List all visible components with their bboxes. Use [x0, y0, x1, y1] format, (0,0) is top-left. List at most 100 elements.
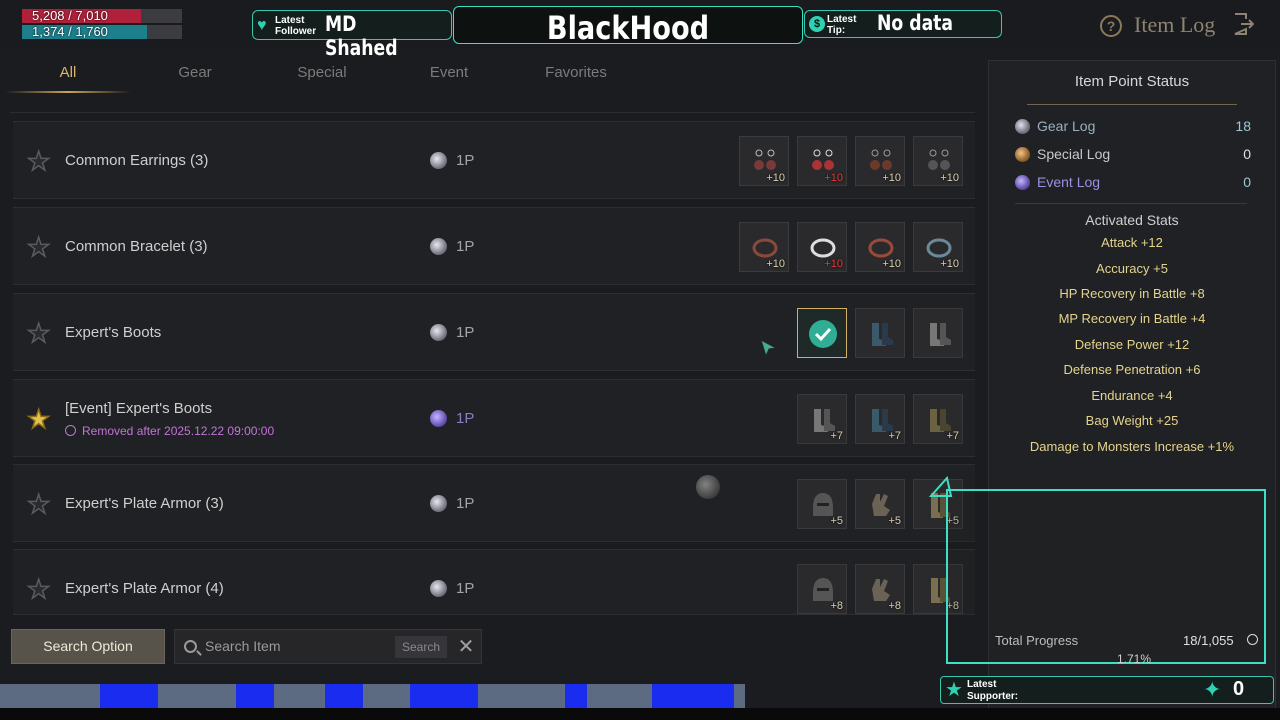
category-tabs: All Gear Special Event Favorites: [5, 56, 980, 94]
helmet-slot[interactable]: +8: [797, 564, 847, 614]
item-points: 1P: [456, 495, 475, 512]
stat-line: Endurance +4: [1091, 388, 1173, 403]
item-row[interactable]: ★ Common Earrings (3) 1P +10 +10 +10 +10: [13, 121, 975, 199]
channel-name: BlackHood: [546, 9, 710, 47]
ornament-divider: [1027, 99, 1237, 105]
boots-slot[interactable]: +7: [913, 394, 963, 444]
boots-icon: [930, 323, 951, 346]
question-circle-icon[interactable]: ?: [1100, 15, 1122, 37]
player-stat-bars: 5,208 / 7,010 1,374 / 1,760: [22, 9, 238, 41]
tab-event[interactable]: Event: [386, 64, 512, 81]
star-icon[interactable]: ★: [26, 233, 53, 261]
supporter-label-2: Supporter:: [967, 691, 1019, 702]
star-icon[interactable]: ★: [26, 490, 53, 518]
earring-slot[interactable]: +10: [797, 136, 847, 186]
item-row[interactable]: ★ Common Bracelet (3) 1P +10 +10 +10 +10: [13, 207, 975, 285]
item-name: Expert's Boots: [65, 324, 162, 341]
supporter-star-icon: ✦: [1203, 677, 1222, 702]
event-log-value: 0: [1243, 174, 1251, 190]
tab-all[interactable]: All: [5, 64, 131, 81]
bracelet-slot[interactable]: +10: [739, 222, 789, 272]
enhance-level: +10: [940, 258, 959, 270]
item-row[interactable]: ★ [Event] Expert's Boots Removed after 2…: [13, 379, 975, 457]
item-points: 1P: [456, 580, 475, 597]
item-slots: +10 +10 +10 +10: [739, 222, 963, 272]
item-row[interactable]: ★ Expert's Boots 1P: [13, 293, 975, 371]
stat-line: Damage to Monsters Increase +1%: [1029, 439, 1235, 454]
enhance-level: +8: [830, 600, 843, 612]
coin-icon: [430, 324, 447, 341]
boots-slot[interactable]: +7: [797, 394, 847, 444]
mouse-cursor-icon: [760, 339, 778, 357]
gear-log-row: Gear Log 18: [1015, 117, 1255, 137]
item-name: Common Earrings (3): [65, 152, 209, 169]
tip-label-2: Tip:: [827, 25, 846, 36]
search-option-button[interactable]: Search Option: [11, 629, 165, 664]
stat-line: Defense Penetration +6: [1063, 362, 1201, 377]
item-row[interactable]: ★ Expert's Plate Armor (4) 1P +8 +8 +8: [13, 549, 975, 615]
enhance-level: +10: [766, 172, 785, 184]
registered-slot[interactable]: [797, 308, 847, 358]
bracelet-slot[interactable]: +10: [797, 222, 847, 272]
event-coin-icon: [430, 410, 447, 427]
stat-line: MP Recovery in Battle +4: [1058, 311, 1206, 326]
mp-bar: 1,374 / 1,760: [22, 25, 238, 39]
enhance-level: +10: [882, 258, 901, 270]
tab-gear[interactable]: Gear: [132, 64, 258, 81]
special-log-row: Special Log 0: [1015, 145, 1255, 165]
enhance-level: +7: [946, 430, 959, 442]
enhance-level: +8: [888, 600, 901, 612]
coin-icon: [430, 238, 447, 255]
dollar-icon: $: [809, 16, 825, 32]
search-icon: [184, 640, 197, 653]
earring-slot[interactable]: +10: [855, 136, 905, 186]
helmet-slot[interactable]: +5: [797, 479, 847, 529]
boots-icon: [872, 323, 893, 346]
boots-slot[interactable]: [913, 308, 963, 358]
bottom-overlay-strip: [0, 684, 745, 708]
item-name: Common Bracelet (3): [65, 238, 208, 255]
list-top-divider: [10, 112, 975, 113]
latest-supporter-box: ★ Latest Supporter: ✦ 0: [940, 676, 1274, 704]
earring-slot[interactable]: +10: [739, 136, 789, 186]
star-icon[interactable]: ★: [26, 147, 53, 175]
bracelet-slot[interactable]: +10: [855, 222, 905, 272]
exit-door-icon[interactable]: [1232, 12, 1254, 36]
hp-text: 5,208 / 7,010: [32, 8, 108, 23]
star-icon[interactable]: ★: [26, 575, 53, 603]
active-tab-underline: [5, 91, 131, 93]
tab-favorites[interactable]: Favorites: [513, 64, 639, 81]
boots-slot[interactable]: +7: [855, 394, 905, 444]
clock-icon: [65, 425, 76, 436]
removal-notice: Removed after 2025.12.22 09:00:00: [65, 424, 274, 438]
tab-special[interactable]: Special: [259, 64, 385, 81]
coin-icon: [430, 152, 447, 169]
magnifier-icon[interactable]: [1247, 634, 1258, 645]
stat-line: Defense Power +12: [1074, 337, 1190, 352]
item-slots: +10 +10 +10 +10: [739, 136, 963, 186]
close-icon[interactable]: ✕: [457, 637, 475, 657]
search-input[interactable]: [205, 638, 385, 654]
search-button[interactable]: Search: [395, 636, 447, 658]
bracelet-slot[interactable]: +10: [913, 222, 963, 272]
enhance-level: +5: [888, 515, 901, 527]
activated-stats-title: Activated Stats: [1085, 212, 1179, 228]
gauntlet-slot[interactable]: +5: [855, 479, 905, 529]
latest-tip-box: $ Latest Tip: No data: [804, 10, 1002, 38]
item-row[interactable]: ★ Expert's Plate Armor (3) 1P +5 +5 +5: [13, 464, 975, 542]
enhance-level: +7: [888, 430, 901, 442]
star-icon[interactable]: ★: [26, 319, 53, 347]
boots-slot[interactable]: [855, 308, 905, 358]
follower-label-2: Follower: [275, 26, 317, 37]
follower-label-1: Latest: [275, 15, 305, 26]
earring-slot[interactable]: +10: [913, 136, 963, 186]
enhance-level: +10: [940, 172, 959, 184]
star-icon[interactable]: ★: [26, 405, 53, 433]
checkmark-icon: [809, 320, 837, 348]
progress-percent: 1.71%: [1117, 652, 1152, 664]
item-name: [Event] Expert's Boots: [65, 400, 213, 417]
special-coin-icon: [1015, 147, 1030, 162]
enhance-level: +10: [882, 172, 901, 184]
bottom-bar: [0, 708, 1280, 720]
gauntlet-slot[interactable]: +8: [855, 564, 905, 614]
